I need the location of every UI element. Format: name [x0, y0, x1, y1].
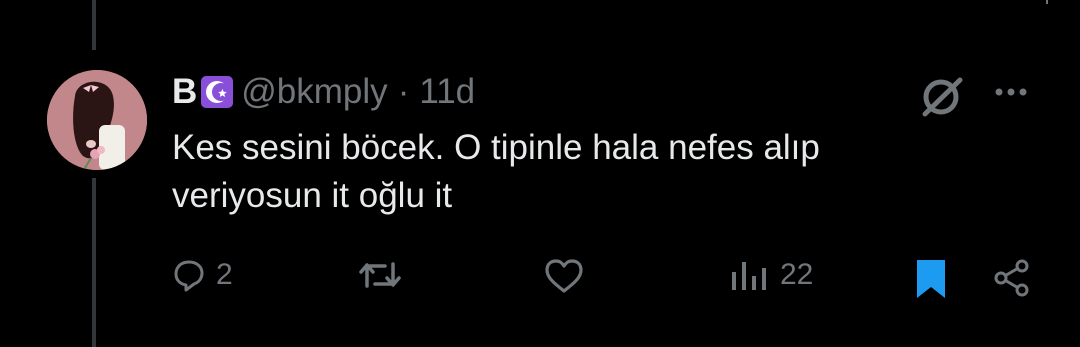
- thread-connector-line-bottom: [92, 178, 96, 347]
- views-button[interactable]: 22: [730, 258, 813, 292]
- views-count: 22: [780, 258, 814, 291]
- tweet-header: B @bkmply · 11d: [172, 72, 475, 112]
- more-options-button[interactable]: [990, 78, 1032, 108]
- separator-dot: ·: [397, 72, 410, 111]
- reply-count: 2: [216, 258, 233, 291]
- avatar[interactable]: [47, 70, 147, 170]
- bookmark-filled-icon: [917, 260, 945, 298]
- share-button[interactable]: [992, 258, 1032, 298]
- bookmark-button[interactable]: [913, 258, 949, 298]
- tweet-text: Kes sesini böcek. O tipinle hala nefes a…: [172, 124, 932, 220]
- thread-connector-line-top: [92, 0, 96, 50]
- display-name[interactable]: B: [172, 72, 197, 112]
- views-chart-icon: [732, 262, 766, 290]
- top-divider-mark: [1046, 0, 1048, 4]
- repost-icon: [359, 262, 401, 288]
- grok-button[interactable]: [918, 74, 966, 118]
- reply-icon: [174, 260, 204, 292]
- tweet-text-line-2: veriyosun it oğlu it: [172, 176, 453, 215]
- grok-icon: [922, 77, 963, 117]
- star-and-crescent-icon: [201, 76, 234, 108]
- like-button[interactable]: [543, 258, 595, 294]
- timestamp[interactable]: 11d: [419, 72, 475, 112]
- user-handle[interactable]: @bkmply: [241, 72, 387, 112]
- tweet-text-line-1: Kes sesini böcek. O tipinle hala nefes a…: [172, 128, 820, 167]
- heart-icon: [545, 259, 583, 293]
- repost-button[interactable]: [357, 258, 413, 292]
- avatar-image: [47, 70, 147, 170]
- share-icon: [994, 259, 1029, 297]
- reply-button[interactable]: 2: [172, 258, 233, 292]
- more-horizontal-icon: [995, 88, 1027, 96]
